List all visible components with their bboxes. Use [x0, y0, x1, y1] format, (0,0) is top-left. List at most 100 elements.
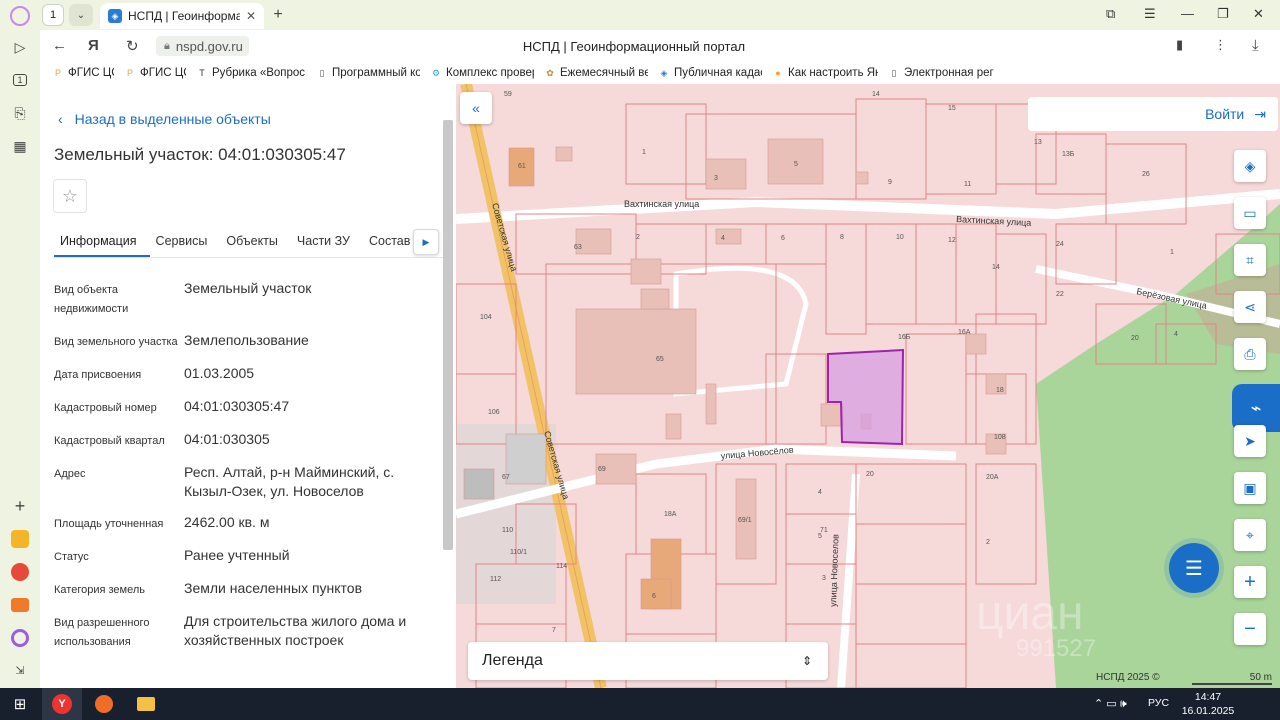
- collapse-icon[interactable]: ⇲: [10, 660, 30, 680]
- notes-app-icon[interactable]: [10, 529, 30, 549]
- collections-icon[interactable]: ⧉: [1106, 6, 1115, 22]
- new-tab-button[interactable]: +: [268, 5, 288, 25]
- bookmark-item[interactable]: Р ФГИС ЦС: [124, 67, 186, 79]
- panel-tab[interactable]: Объекты: [220, 224, 291, 257]
- windows-start-icon[interactable]: ⊞: [0, 688, 40, 720]
- house-number: 12: [948, 237, 956, 244]
- road-vakhtinskaya: [456, 189, 1280, 224]
- chat-support-button[interactable]: ☰: [1169, 543, 1219, 593]
- minimize-icon[interactable]: —: [1181, 6, 1194, 21]
- restore-icon[interactable]: ❐: [1217, 6, 1229, 22]
- bookmark-favicon-icon: T: [199, 68, 205, 78]
- back-arrow-icon[interactable]: ←: [52, 37, 67, 54]
- attribute-list: Вид объекта недвижимости Земельный участо…: [54, 279, 429, 664]
- url-field[interactable]: 🔒︎ nspd.gov.ru: [156, 36, 249, 56]
- bookmark-label: Программный ко: [332, 67, 420, 79]
- legend-label: Легенда: [482, 652, 543, 669]
- bookmark-item[interactable]: Р ФГИС ЦС: [52, 67, 114, 79]
- tab-count-badge[interactable]: 1: [42, 4, 64, 26]
- screenshot-icon[interactable]: ⎘: [10, 103, 30, 123]
- area-select-icon[interactable]: ⌗: [1234, 244, 1266, 276]
- house-number: 59: [504, 91, 512, 98]
- selected-parcel[interactable]: [827, 348, 905, 446]
- input-language[interactable]: РУС: [1148, 697, 1169, 709]
- legend-dropdown[interactable]: Легенда ⇕: [468, 642, 828, 680]
- menu-icon[interactable]: ☰: [1144, 6, 1156, 22]
- bookmark-item[interactable]: T Рубрика «Вопрос: [196, 67, 306, 79]
- street-label: Вахтинская улица: [624, 199, 699, 209]
- tab-counter-icon[interactable]: 1: [10, 70, 30, 90]
- bookmark-item[interactable]: ▯ Электронная рег: [888, 67, 996, 79]
- share-icon[interactable]: ⋖: [1234, 291, 1266, 323]
- house-number: 5: [794, 161, 798, 168]
- layers-icon[interactable]: ◈: [1234, 150, 1266, 182]
- attribute-key: Кадастровый номер: [54, 402, 157, 414]
- bookmark-icon[interactable]: ▮: [1176, 37, 1183, 53]
- house-number: 106: [488, 409, 500, 416]
- play-icon[interactable]: ▷: [10, 37, 30, 57]
- panel-tab[interactable]: Сервисы: [150, 224, 221, 257]
- close-window-icon[interactable]: ✕: [1253, 6, 1264, 22]
- object-info-panel: ‹ Назад в выделенные объекты Земельный у…: [40, 84, 456, 688]
- active-tab[interactable]: ◈ НСПД | Геоинформацион ✕: [100, 3, 264, 29]
- close-tab-icon[interactable]: ✕: [246, 9, 256, 23]
- road-novoselov-south: [837, 473, 860, 688]
- download-icon[interactable]: ⤓: [1252, 37, 1259, 54]
- yandex-browser-icon[interactable]: Y: [42, 688, 82, 720]
- house-number: 61: [518, 163, 526, 170]
- bookmarks-bar: Р ФГИС ЦС Р ФГИС ЦС T Рубрика «Вопрос ▯ Програм…: [40, 62, 1280, 84]
- add-icon[interactable]: +: [10, 496, 30, 516]
- attribute-row: Статус Ранее учтенный: [54, 546, 429, 567]
- house-number: 1: [1170, 249, 1174, 256]
- house-number: 104: [480, 314, 492, 321]
- cadastral-map[interactable]: Вахтинская улица Вахтинская улица Советс…: [456, 84, 1280, 688]
- attribute-value: 01.03.2005: [184, 365, 255, 381]
- panel-tab[interactable]: Информация: [54, 224, 150, 257]
- bookmark-label: Электронная рег: [904, 67, 994, 79]
- house-number: 10: [896, 234, 904, 241]
- profile-avatar-icon[interactable]: [10, 6, 30, 26]
- apps-grid-icon[interactable]: ▦: [10, 136, 30, 156]
- file-explorer-icon[interactable]: [126, 688, 166, 720]
- tabs-dropdown-icon[interactable]: ⌄: [69, 4, 93, 26]
- bookmark-label: Рубрика «Вопрос: [212, 67, 306, 79]
- geolocation-icon[interactable]: ➤: [1234, 425, 1266, 457]
- search-location-icon[interactable]: ⌖: [1234, 519, 1266, 551]
- ruler-icon[interactable]: ▭: [1234, 197, 1266, 229]
- tray-icons[interactable]: ⌃ ▭ 🕪︎: [1094, 697, 1127, 711]
- zoom-out-button[interactable]: −: [1234, 613, 1266, 645]
- bookmark-label: Публичная кадас: [674, 67, 762, 79]
- favorite-star-button[interactable]: ☆: [53, 179, 87, 213]
- bookmark-item[interactable]: ▯ Программный ко: [316, 67, 420, 79]
- map-canvas: Вахтинская улица Вахтинская улица Советс…: [456, 84, 1280, 688]
- yandex-logo-icon[interactable]: Я: [88, 37, 99, 54]
- attribute-row: Вид объекта недвижимости Земельный участо…: [54, 279, 429, 319]
- collapse-panel-button[interactable]: «: [460, 92, 492, 124]
- tabs-scroll-right-button[interactable]: ▶: [413, 229, 439, 255]
- bookmark-item[interactable]: ✿ Ежемесячный ве: [544, 67, 648, 79]
- attribute-key: Вид объекта недвижимости: [54, 284, 129, 315]
- panel-scrollbar[interactable]: [443, 120, 453, 550]
- nspd-favicon-icon: ◈: [108, 9, 122, 23]
- reload-icon[interactable]: ↻: [126, 37, 139, 55]
- panel-tab[interactable]: Части ЗУ: [291, 224, 363, 257]
- mail-app-icon[interactable]: [10, 595, 30, 615]
- attribute-row: Категория земель Земли населенных пунктов: [54, 579, 429, 600]
- more-icon[interactable]: ⋮: [1214, 37, 1227, 53]
- login-button[interactable]: Войти ⇥: [1028, 97, 1278, 131]
- bookmark-item[interactable]: ◈ Публичная кадас: [658, 67, 762, 79]
- bookmark-item[interactable]: ⚙ Комплекс провер: [430, 67, 534, 79]
- back-to-selected-link[interactable]: ‹ Назад в выделенные объекты: [58, 111, 271, 127]
- house-number: 4: [818, 489, 822, 496]
- zoom-in-button[interactable]: +: [1234, 566, 1266, 598]
- games-app-icon[interactable]: [10, 562, 30, 582]
- attribute-row: Кадастровый номер 04:01:030305:47: [54, 397, 429, 418]
- print-icon[interactable]: ⎙: [1234, 338, 1266, 370]
- watermark: циан: [976, 587, 1084, 640]
- firefox-icon[interactable]: [84, 688, 124, 720]
- bookmark-item[interactable]: ● Как настроить Ян: [772, 67, 878, 79]
- taskbar-clock[interactable]: 14:47 16.01.2025: [1176, 690, 1240, 718]
- minimap-icon[interactable]: ▣: [1234, 472, 1266, 504]
- alice-assistant-icon[interactable]: [10, 628, 30, 648]
- attribute-key: Вид земельного участка: [54, 336, 178, 348]
